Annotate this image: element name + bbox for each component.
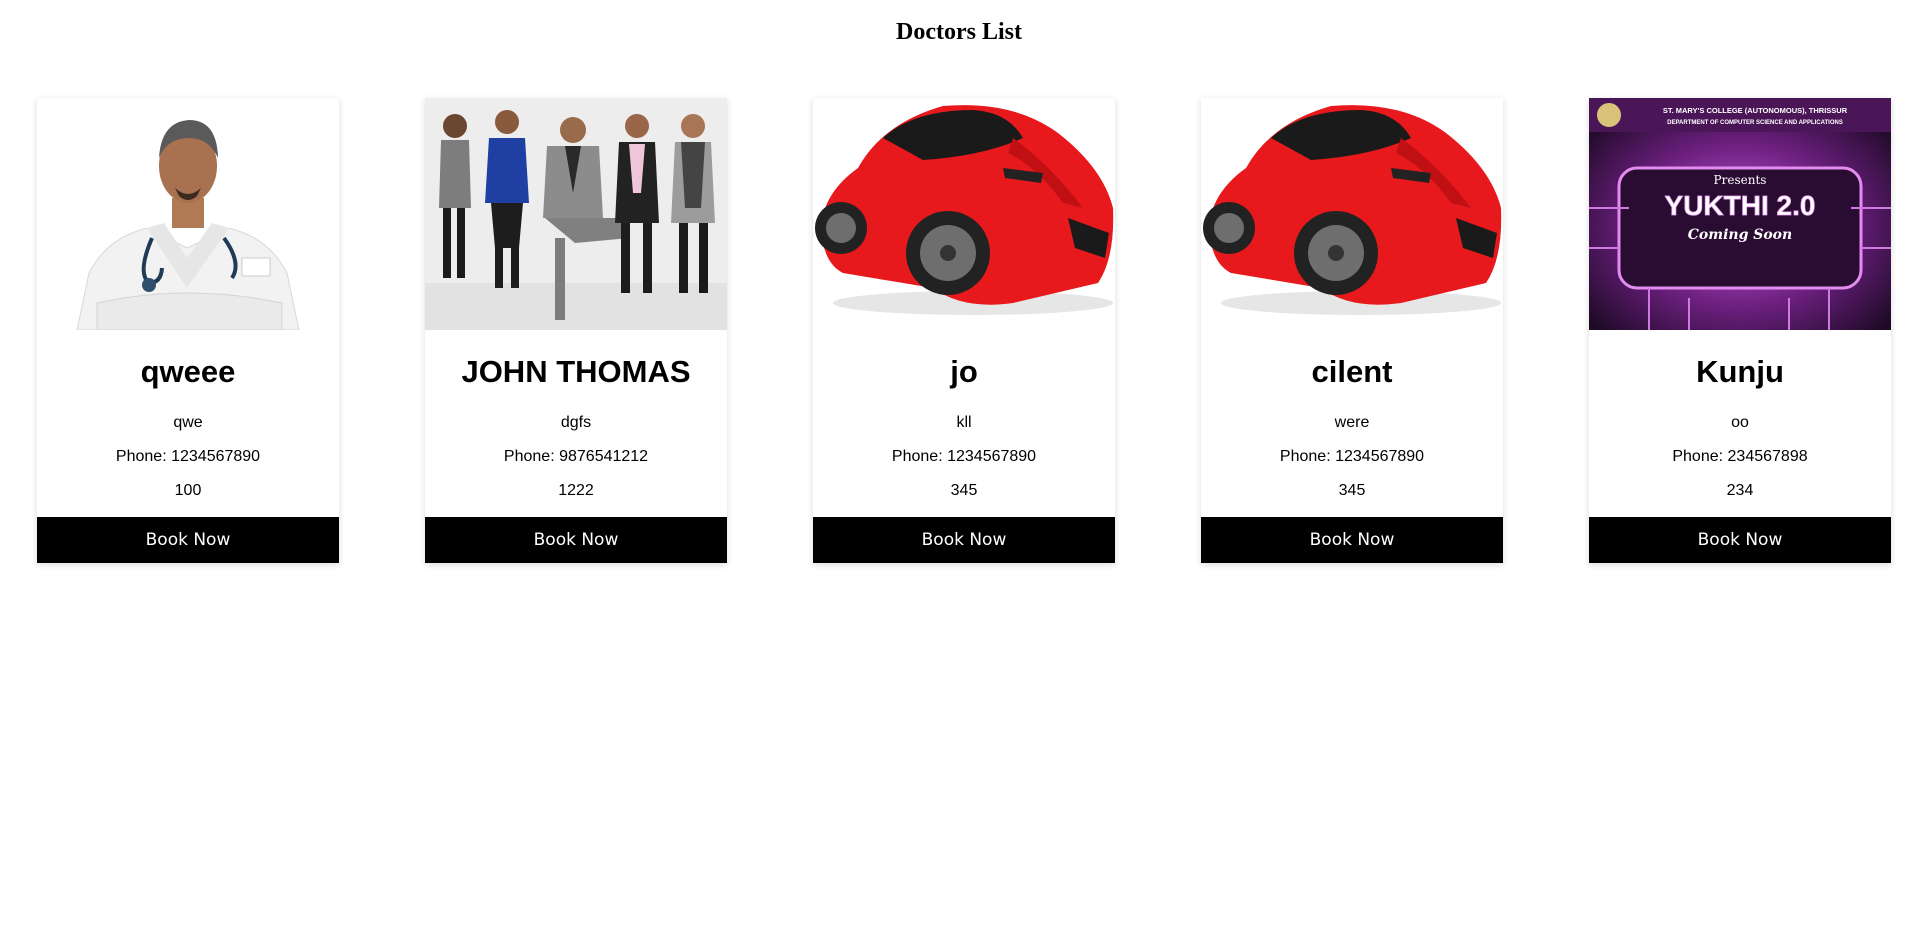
- doctor-phone: Phone: 1234567890: [37, 448, 339, 466]
- poster-header-line1: ST. MARY'S COLLEGE (AUTONOMOUS), THRISSU…: [1663, 106, 1848, 115]
- event-poster-image: ST. MARY'S COLLEGE (AUTONOMOUS), THRISSU…: [1589, 98, 1891, 330]
- doctor-photo: [37, 98, 339, 330]
- doctor-card: JOHN THOMAS dgfs Phone: 9876541212 1222 …: [425, 98, 727, 563]
- doctor-specialization: kll: [956, 414, 972, 431]
- doctor-fee: 100: [174, 482, 202, 499]
- doctor-specialization: oo: [1731, 414, 1749, 431]
- doctor-name: cilent: [1311, 354, 1393, 389]
- doctor-photo: [813, 98, 1115, 330]
- doctor-card: cilent were Phone: 1234567890 345 Book N…: [1201, 98, 1503, 563]
- phone-label: Phone:: [891, 448, 943, 465]
- doctor-card: qweee qwe Phone: 1234567890 100 Book Now: [37, 98, 339, 563]
- doctor-phone: Phone: 234567898: [1589, 448, 1891, 466]
- phone-number: 234567898: [1727, 448, 1808, 465]
- book-now-button[interactable]: Book Now: [425, 517, 727, 563]
- doctor-specialization: were: [1334, 414, 1370, 431]
- doctor-name: qweee: [140, 354, 236, 389]
- doctor-photo: [425, 98, 727, 330]
- red-sports-car-image: [813, 98, 1115, 330]
- doctor-portrait-image: [37, 98, 339, 330]
- poster-presents: Presents: [1714, 173, 1767, 187]
- doctor-fee: 345: [950, 482, 978, 499]
- doctor-card: ST. MARY'S COLLEGE (AUTONOMOUS), THRISSU…: [1589, 98, 1891, 563]
- phone-number: 1234567890: [947, 448, 1037, 465]
- phone-label: Phone:: [503, 448, 555, 465]
- page-title: Doctors List: [896, 19, 1022, 45]
- book-now-button[interactable]: Book Now: [1589, 517, 1891, 563]
- doctor-phone: Phone: 9876541212: [425, 448, 727, 466]
- book-now-button[interactable]: Book Now: [37, 517, 339, 563]
- doctor-phone: Phone: 1234567890: [813, 448, 1115, 466]
- book-now-button[interactable]: Book Now: [813, 517, 1115, 563]
- phone-number: 9876541212: [559, 448, 649, 465]
- doctor-fee: 1222: [558, 482, 594, 499]
- group-team-image: [425, 98, 727, 330]
- phone-label: Phone:: [1279, 448, 1331, 465]
- doctor-name: JOHN THOMAS: [461, 354, 691, 389]
- doctor-photo: [1201, 98, 1503, 330]
- doctor-card-list: qweee qwe Phone: 1234567890 100 Book Now: [0, 98, 1918, 563]
- doctor-fee: 345: [1338, 482, 1366, 499]
- doctor-name: jo: [950, 354, 978, 389]
- doctor-name: Kunju: [1696, 354, 1784, 389]
- poster-header-line2: DEPARTMENT OF COMPUTER SCIENCE AND APPLI…: [1667, 120, 1843, 126]
- doctor-photo: ST. MARY'S COLLEGE (AUTONOMOUS), THRISSU…: [1589, 98, 1891, 330]
- red-sports-car-image: [1201, 98, 1503, 330]
- doctor-specialization: qwe: [173, 414, 203, 431]
- phone-number: 1234567890: [1335, 448, 1425, 465]
- phone-label: Phone:: [1672, 448, 1724, 465]
- doctor-specialization: dgfs: [560, 414, 592, 431]
- poster-tagline: Coming Soon: [1688, 227, 1792, 243]
- phone-number: 1234567890: [171, 448, 261, 465]
- book-now-button[interactable]: Book Now: [1201, 517, 1503, 563]
- doctor-phone: Phone: 1234567890: [1201, 448, 1503, 466]
- phone-label: Phone:: [115, 448, 167, 465]
- poster-event-title: YUKTHI 2.0: [1665, 190, 1816, 221]
- doctor-card: jo kll Phone: 1234567890 345 Book Now: [813, 98, 1115, 563]
- doctor-fee: 234: [1726, 482, 1754, 499]
